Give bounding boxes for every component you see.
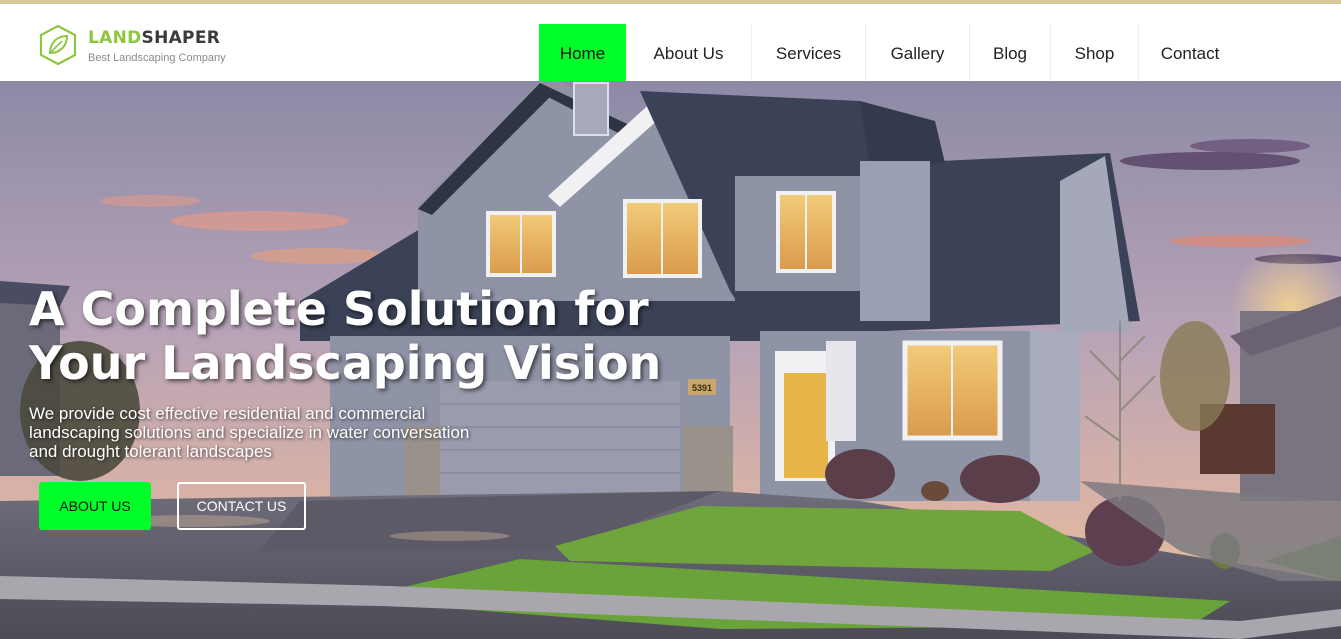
main-nav: Home About Us Services Gallery Blog Shop… — [539, 24, 1241, 83]
hero-headline: A Complete Solution for Your Landscaping… — [29, 282, 789, 390]
headline-line-2: Your Landscaping Vision — [29, 336, 662, 390]
leaf-hexagon-logo-icon — [39, 24, 77, 66]
site-header: LANDSHAPER Best Landscaping Company Home… — [0, 4, 1341, 83]
nav-item-shop[interactable]: Shop — [1051, 24, 1139, 83]
headline-line-1: A Complete Solution for — [29, 282, 649, 336]
nav-item-services[interactable]: Services — [752, 24, 866, 83]
nav-item-contact[interactable]: Contact — [1139, 24, 1241, 83]
logo-link[interactable]: LANDSHAPER Best Landscaping Company — [38, 24, 238, 68]
nav-item-about-us[interactable]: About Us — [626, 24, 752, 83]
hero-subtext: We provide cost effective residential an… — [29, 404, 470, 461]
brand-name: LANDSHAPER — [88, 28, 221, 48]
nav-item-blog[interactable]: Blog — [970, 24, 1051, 83]
nav-item-home[interactable]: Home — [539, 24, 626, 83]
brand-tagline: Best Landscaping Company — [88, 52, 226, 64]
contact-us-button[interactable]: CONTACT US — [177, 482, 306, 530]
about-us-button[interactable]: ABOUT US — [39, 482, 151, 530]
nav-item-gallery[interactable]: Gallery — [866, 24, 970, 83]
hero-banner: 5391 A Complete Solution for Your Landsc… — [0, 81, 1341, 639]
